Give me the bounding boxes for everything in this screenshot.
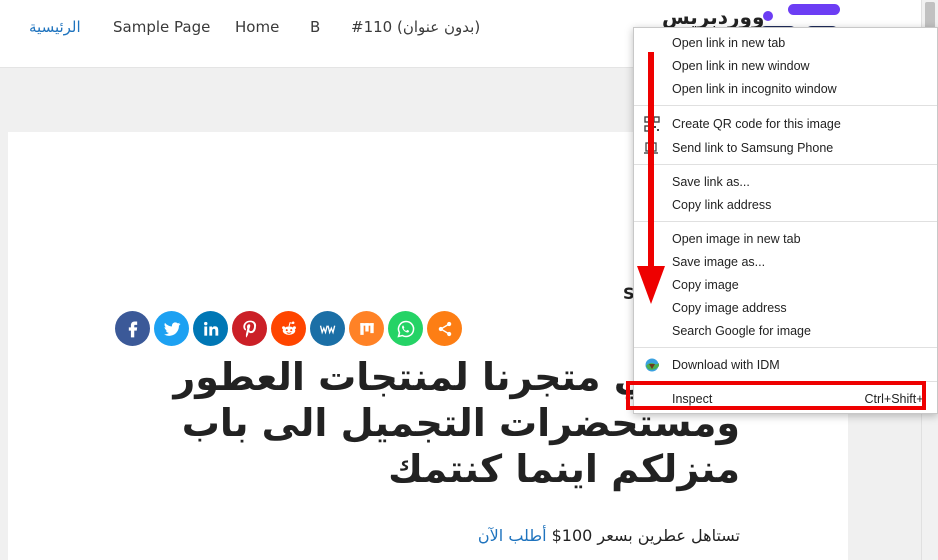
menu-item-label: Open link in incognito window	[672, 81, 837, 96]
nav-link-untitled[interactable]: #110 (بدون عنوان)	[351, 17, 480, 37]
menu-separator	[634, 221, 937, 222]
nav-link-sample-page[interactable]: Sample Page	[113, 17, 210, 37]
menu-item-label: Create QR code for this image	[672, 116, 841, 131]
excerpt-text: تستاهل عطرين بسعر 100$	[551, 526, 740, 545]
menu-item-open-new-window[interactable]: Open link in new window	[634, 54, 937, 77]
menu-item-label: Search Google for image	[672, 323, 811, 338]
menu-separator	[634, 347, 937, 348]
annotation-highlight-box	[626, 381, 926, 410]
order-now-link[interactable]: أطلب الآن	[478, 526, 547, 545]
menu-item-search-google-image[interactable]: Search Google for image	[634, 319, 937, 342]
menu-item-label: Copy image	[672, 277, 739, 292]
pinterest-icon	[242, 320, 256, 338]
menu-item-label: Open image in new tab	[672, 231, 801, 246]
share-buttons	[115, 311, 467, 346]
facebook-icon	[128, 321, 137, 337]
menu-item-copy-image-address[interactable]: Copy image address	[634, 296, 937, 319]
menu-item-label: Send link to Samsung Phone	[672, 140, 834, 155]
annotation-arrow-icon	[637, 52, 665, 304]
share-icon	[438, 321, 451, 336]
menu-item-download-idm[interactable]: Download with IDM	[634, 353, 937, 376]
menu-item-label: Save image as...	[672, 254, 766, 269]
menu-item-send-to-phone[interactable]: Send link to Samsung Phone	[634, 136, 937, 159]
menu-item-label: Save link as...	[672, 174, 750, 189]
menu-item-open-image[interactable]: Open image in new tab	[634, 227, 937, 250]
share-mewe[interactable]	[310, 311, 345, 346]
logo-text: ووردبريس	[662, 5, 765, 29]
menu-item-open-incognito[interactable]: Open link in incognito window	[634, 77, 937, 100]
nav-link-home[interactable]: Home	[235, 17, 279, 37]
whatsapp-icon	[396, 320, 414, 338]
context-menu: Open link in new tab Open link in new wi…	[633, 27, 938, 414]
nav-link-b[interactable]: B	[310, 17, 320, 37]
menu-item-label: Open link in new tab	[672, 35, 786, 50]
share-pinterest[interactable]	[232, 311, 267, 346]
menu-item-save-link[interactable]: Save link as...	[634, 170, 937, 193]
menu-item-save-image[interactable]: Save image as...	[634, 250, 937, 273]
menu-item-copy-link[interactable]: Copy link address	[634, 193, 937, 216]
linkedin-icon	[203, 321, 218, 336]
share-linkedin[interactable]	[193, 311, 228, 346]
menu-item-label: Copy image address	[672, 300, 787, 315]
share-more[interactable]	[427, 311, 462, 346]
menu-item-label: Open link in new window	[672, 58, 810, 73]
mix-icon	[359, 322, 374, 335]
share-facebook[interactable]	[115, 311, 150, 346]
menu-separator	[634, 105, 937, 106]
share-mix[interactable]	[349, 311, 384, 346]
share-whatsapp[interactable]	[388, 311, 423, 346]
post-excerpt: تستاهل عطرين بسعر 100$ أطلب الآن	[300, 526, 740, 545]
menu-item-label: Copy link address	[672, 197, 772, 212]
twitter-icon	[163, 321, 181, 336]
menu-item-open-new-tab[interactable]: Open link in new tab	[634, 31, 937, 54]
menu-separator	[634, 164, 937, 165]
menu-item-label: Download with IDM	[672, 357, 780, 372]
share-reddit[interactable]	[271, 311, 306, 346]
post-title-line: منزلكم اينما كنتمك	[388, 447, 740, 491]
share-twitter[interactable]	[154, 311, 189, 346]
idm-globe-icon	[645, 358, 659, 372]
mewe-icon	[319, 325, 335, 334]
menu-item-create-qr[interactable]: Create QR code for this image	[634, 112, 937, 135]
nav-link-home-arabic[interactable]: الرئيسية	[29, 17, 81, 37]
menu-item-copy-image[interactable]: Copy image	[634, 273, 937, 296]
reddit-icon	[281, 321, 296, 335]
